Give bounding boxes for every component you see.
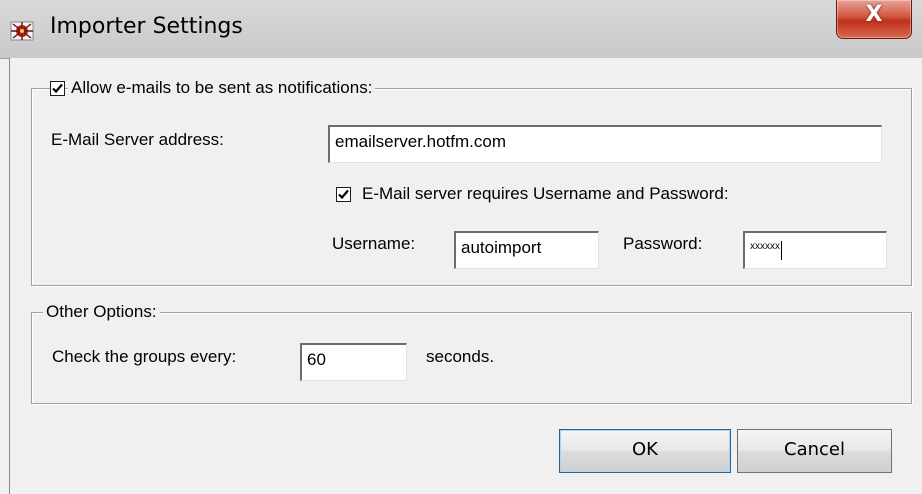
requires-auth-label[interactable]: E-Mail server requires Username and Pass…: [362, 184, 729, 204]
username-label: Username:: [332, 234, 416, 253]
checkmark-icon: [338, 189, 349, 200]
password-value: xxxxxx: [750, 241, 780, 252]
text-caret: [781, 241, 782, 260]
seconds-label: seconds.: [426, 347, 495, 366]
ok-button[interactable]: OK: [559, 429, 731, 473]
server-address-value: emailserver.hotfm.com: [335, 132, 506, 151]
cancel-button[interactable]: Cancel: [737, 429, 892, 473]
other-options-label: Other Options:: [43, 302, 160, 322]
password-input[interactable]: xxxxxx: [743, 231, 887, 269]
check-groups-interval-value: 60: [307, 350, 326, 369]
dialog-body: Allow e-mails to be sent as notification…: [9, 58, 922, 494]
allow-emails-checkbox[interactable]: [50, 81, 65, 96]
server-address-input[interactable]: emailserver.hotfm.com: [328, 125, 882, 163]
requires-auth-checkbox[interactable]: [336, 187, 351, 202]
close-button[interactable]: X: [836, 0, 912, 39]
allow-emails-label[interactable]: Allow e-mails to be sent as notification…: [68, 78, 376, 98]
username-value: autoimport: [461, 238, 542, 257]
server-address-label: E-Mail Server address:: [51, 130, 224, 149]
username-input[interactable]: autoimport: [454, 231, 599, 269]
check-groups-label: Check the groups every:: [52, 347, 237, 366]
check-groups-interval-input[interactable]: 60: [300, 343, 407, 381]
password-label: Password:: [623, 234, 703, 253]
title-bar[interactable]: Importer Settings X: [0, 0, 922, 59]
window-title: Importer Settings: [50, 14, 243, 39]
close-icon: X: [865, 2, 883, 27]
importer-app-icon: [10, 20, 36, 42]
checkmark-icon: [52, 83, 63, 94]
importer-settings-dialog: Importer Settings X Allow e-mails to be …: [0, 0, 922, 494]
